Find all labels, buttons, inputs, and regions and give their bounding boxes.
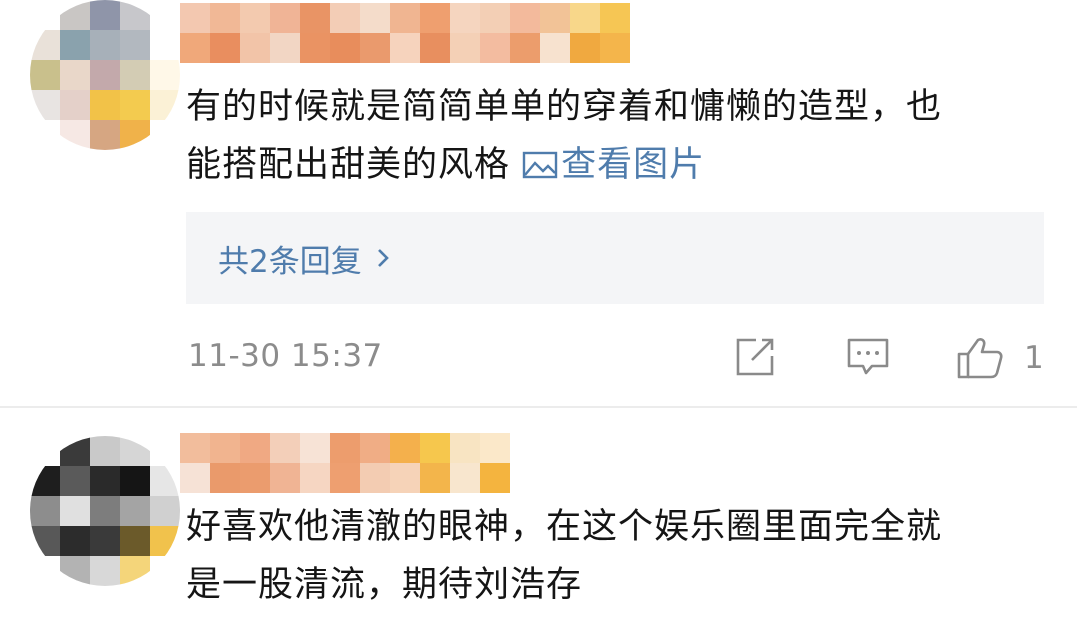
avatar[interactable] xyxy=(30,0,180,150)
comment-text-line: 有的时候就是简简单单的穿着和慵懒的造型，也 xyxy=(186,87,943,127)
comment-button[interactable] xyxy=(846,336,890,378)
replies-label: 共2条回复 xyxy=(218,243,362,280)
view-image-link[interactable]: 查看图片 xyxy=(522,145,705,185)
view-image-label: 查看图片 xyxy=(561,145,706,185)
comment-text-line: 能搭配出甜美的风格 xyxy=(186,145,523,185)
comment-text-line: 好喜欢他清澈的眼神，在这个娱乐圈里面完全就 xyxy=(186,507,943,547)
username-blurred[interactable] xyxy=(180,3,630,63)
comment-text: 好喜欢他清澈的眼神，在这个娱乐圈里面完全就 是一股清流，期待刘浩存 xyxy=(186,498,1036,614)
image-icon xyxy=(522,151,558,179)
chevron-right-icon xyxy=(377,249,389,267)
timestamp: 11-30 15:37 xyxy=(188,338,383,374)
avatar[interactable] xyxy=(30,436,180,586)
username-blurred[interactable] xyxy=(180,433,510,493)
like-count: 1 xyxy=(1024,340,1044,376)
comment-text-line: 是一股清流，期待刘浩存 xyxy=(186,565,583,605)
share-button[interactable] xyxy=(734,336,776,378)
comment-item: 有的时候就是简简单单的穿着和慵懒的造型，也 能搭配出甜美的风格 查看图片 共2条… xyxy=(0,0,1077,408)
comment-icon xyxy=(847,338,889,375)
like-button[interactable] xyxy=(956,336,1004,380)
comment-item: 好喜欢他清澈的眼神，在这个娱乐圈里面完全就 是一股清流，期待刘浩存 xyxy=(0,408,1077,617)
share-icon xyxy=(736,338,774,376)
thumbs-up-icon xyxy=(957,338,1003,379)
comment-meta: 11-30 15:37 1 xyxy=(186,336,1046,382)
view-replies-button[interactable]: 共2条回复 xyxy=(186,212,1044,304)
comment-text: 有的时候就是简简单单的穿着和慵懒的造型，也 能搭配出甜美的风格 查看图片 xyxy=(186,78,1036,194)
